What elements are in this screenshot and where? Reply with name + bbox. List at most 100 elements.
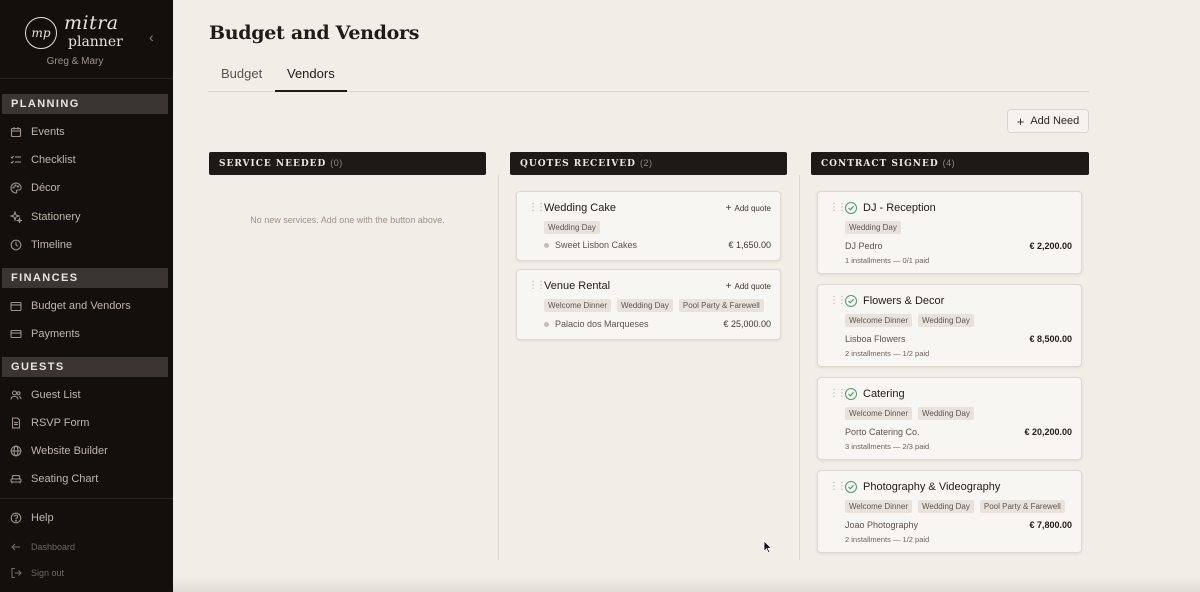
event-tag: Wedding Day [845, 221, 901, 234]
section-finances: FINANCES [2, 268, 168, 288]
vendor-name: Sweet Lisbon Cakes [544, 240, 637, 250]
users-icon [10, 389, 22, 401]
event-tags: Welcome Dinner Wedding Day Pool Party & … [845, 500, 1065, 513]
contract-amount: € 7,800.00 [1029, 520, 1072, 530]
contract-card-dj-reception[interactable]: ⋮⋮ DJ - Reception Wedding Day DJ Pedro €… [817, 191, 1082, 274]
tab-vendors[interactable]: Vendors [275, 66, 347, 92]
contract-card-catering[interactable]: ⋮⋮ Catering Welcome Dinner Wedding Day P… [817, 377, 1082, 460]
contract-card-photography-videography[interactable]: ⋮⋮ Photography & Videography Welcome Din… [817, 470, 1082, 553]
column-divider [799, 175, 800, 560]
add-quote-button[interactable]: + Add quote [726, 281, 771, 292]
sidebar-item-decor[interactable]: Décor [10, 178, 165, 198]
globe-icon [10, 445, 22, 457]
sidebar-item-label: Seating Chart [31, 473, 99, 485]
quote-card-venue-rental[interactable]: ⋮⋮ Venue Rental + Add quote Welcome Dinne… [516, 269, 781, 340]
sidebar-item-label: Stationery [31, 211, 81, 223]
drag-handle-icon[interactable]: ⋮⋮ [829, 389, 847, 399]
event-tag: Pool Party & Farewell [979, 500, 1065, 513]
card-title: DJ - Reception [863, 202, 936, 214]
drag-handle-icon[interactable]: ⋮⋮ [829, 203, 847, 213]
event-tag: Wedding Day [917, 500, 974, 513]
card-title: Wedding Cake [544, 202, 616, 214]
logout-icon [10, 567, 22, 579]
drag-handle-icon[interactable]: ⋮⋮ [829, 296, 847, 306]
installments-status: 1 installments — 0/1 paid [845, 256, 930, 265]
installments-status: 2 installments — 1/2 paid [845, 535, 930, 544]
arrow-left-icon [10, 541, 22, 553]
card-icon [10, 328, 22, 340]
logo-monogram[interactable]: mp [25, 17, 57, 49]
check-circle-icon [845, 388, 857, 400]
brand: mp mitra planner Greg & Mary ‹ [0, 0, 173, 79]
column-title: QUOTES RECEIVED [520, 159, 636, 169]
clock-icon [10, 239, 22, 251]
vendor-name: Palacio dos Marqueses [544, 319, 649, 329]
installments-status: 2 installments — 1/2 paid [845, 349, 930, 358]
sidebar-item-guest-list[interactable]: Guest List [10, 385, 165, 405]
drag-handle-icon[interactable]: ⋮⋮ [829, 482, 847, 492]
document-icon [10, 417, 22, 429]
checklist-icon [10, 154, 22, 166]
section-guests: GUESTS [2, 357, 168, 377]
sidebar-item-rsvp-form[interactable]: RSVP Form [10, 413, 165, 433]
vendor-label: Sweet Lisbon Cakes [555, 240, 638, 250]
sidebar-item-checklist[interactable]: Checklist [10, 150, 165, 170]
card-title: Flowers & Decor [863, 295, 945, 307]
sidebar-item-label: Payments [31, 328, 80, 340]
card-title: Venue Rental [544, 280, 611, 292]
add-need-button[interactable]: + Add Need [1007, 109, 1089, 133]
column-count: (2) [639, 158, 653, 168]
sidebar-item-label: Website Builder [31, 445, 108, 457]
sidebar: mp mitra planner Greg & Mary ‹ PLANNING … [0, 0, 173, 592]
plus-icon: + [725, 281, 732, 292]
sidebar-item-label: Timeline [31, 239, 73, 251]
section-planning: PLANNING [2, 94, 168, 114]
sidebar-item-label: Help [31, 512, 54, 524]
sidebar-item-label: Events [31, 126, 65, 138]
contract-card-flowers-decor[interactable]: ⋮⋮ Flowers & Decor Welcome Dinner Weddin… [817, 284, 1082, 367]
logo-wordmark-top: mitra [64, 12, 119, 34]
sidebar-item-label: Sign out [31, 568, 65, 578]
add-quote-button[interactable]: + Add quote [726, 203, 771, 214]
chevron-left-icon[interactable]: ‹ [149, 29, 154, 45]
sidebar-item-stationery[interactable]: Stationery [10, 207, 165, 227]
drag-handle-icon[interactable]: ⋮⋮ [528, 281, 546, 291]
sidebar-item-timeline[interactable]: Timeline [10, 235, 165, 255]
card-title: Catering [863, 388, 905, 400]
sidebar-item-help[interactable]: Help [10, 508, 165, 528]
event-tag: Welcome Dinner [845, 314, 912, 327]
sidebar-item-website-builder[interactable]: Website Builder [10, 441, 165, 461]
quote-card-wedding-cake[interactable]: ⋮⋮ Wedding Cake + Add quote Wedding Day S… [516, 191, 781, 261]
sidebar-item-signout[interactable]: Sign out [10, 563, 165, 583]
sidebar-item-events[interactable]: Events [10, 122, 165, 142]
event-tag: Welcome Dinner [845, 407, 912, 420]
sidebar-item-budget-and-vendors[interactable]: Budget and Vendors [10, 296, 165, 316]
event-tags: Welcome Dinner Wedding Day [845, 314, 974, 327]
sidebar-item-payments[interactable]: Payments [10, 324, 165, 344]
drag-handle-icon[interactable]: ⋮⋮ [528, 203, 546, 213]
tab-budget[interactable]: Budget [221, 66, 262, 92]
quote-amount: € 1,650.00 [728, 240, 771, 250]
vendor-label: Palacio dos Marqueses [555, 319, 649, 329]
calendar-icon [10, 126, 22, 138]
event-tag: Welcome Dinner [845, 500, 912, 513]
logo-wordmark-bottom: planner [68, 34, 123, 50]
column-header-contract-signed: CONTRACT SIGNED (4) [811, 152, 1089, 175]
wallet-icon [10, 300, 22, 312]
sidebar-item-label: Dashboard [31, 542, 76, 552]
main-content: Budget and Vendors Budget Vendors + Add … [173, 0, 1200, 592]
event-tags: Welcome Dinner Wedding Day [845, 407, 974, 420]
bottom-shadow [173, 578, 1200, 592]
column-count: (0) [330, 158, 343, 168]
sidebar-item-seating-chart[interactable]: Seating Chart [10, 469, 165, 489]
event-tags: Welcome Dinner Wedding Day Pool Party & … [544, 299, 764, 312]
plus-icon: + [725, 203, 732, 214]
sidebar-item-dashboard[interactable]: Dashboard [10, 537, 165, 557]
event-tag: Wedding Day [917, 314, 974, 327]
sidebar-item-label: RSVP Form [31, 417, 90, 429]
page-title: Budget and Vendors [209, 22, 420, 44]
quote-amount: € 25,000.00 [723, 319, 771, 329]
sidebar-item-label: Checklist [31, 154, 76, 166]
vendor-name: DJ Pedro [845, 241, 883, 251]
palette-icon [10, 182, 22, 194]
